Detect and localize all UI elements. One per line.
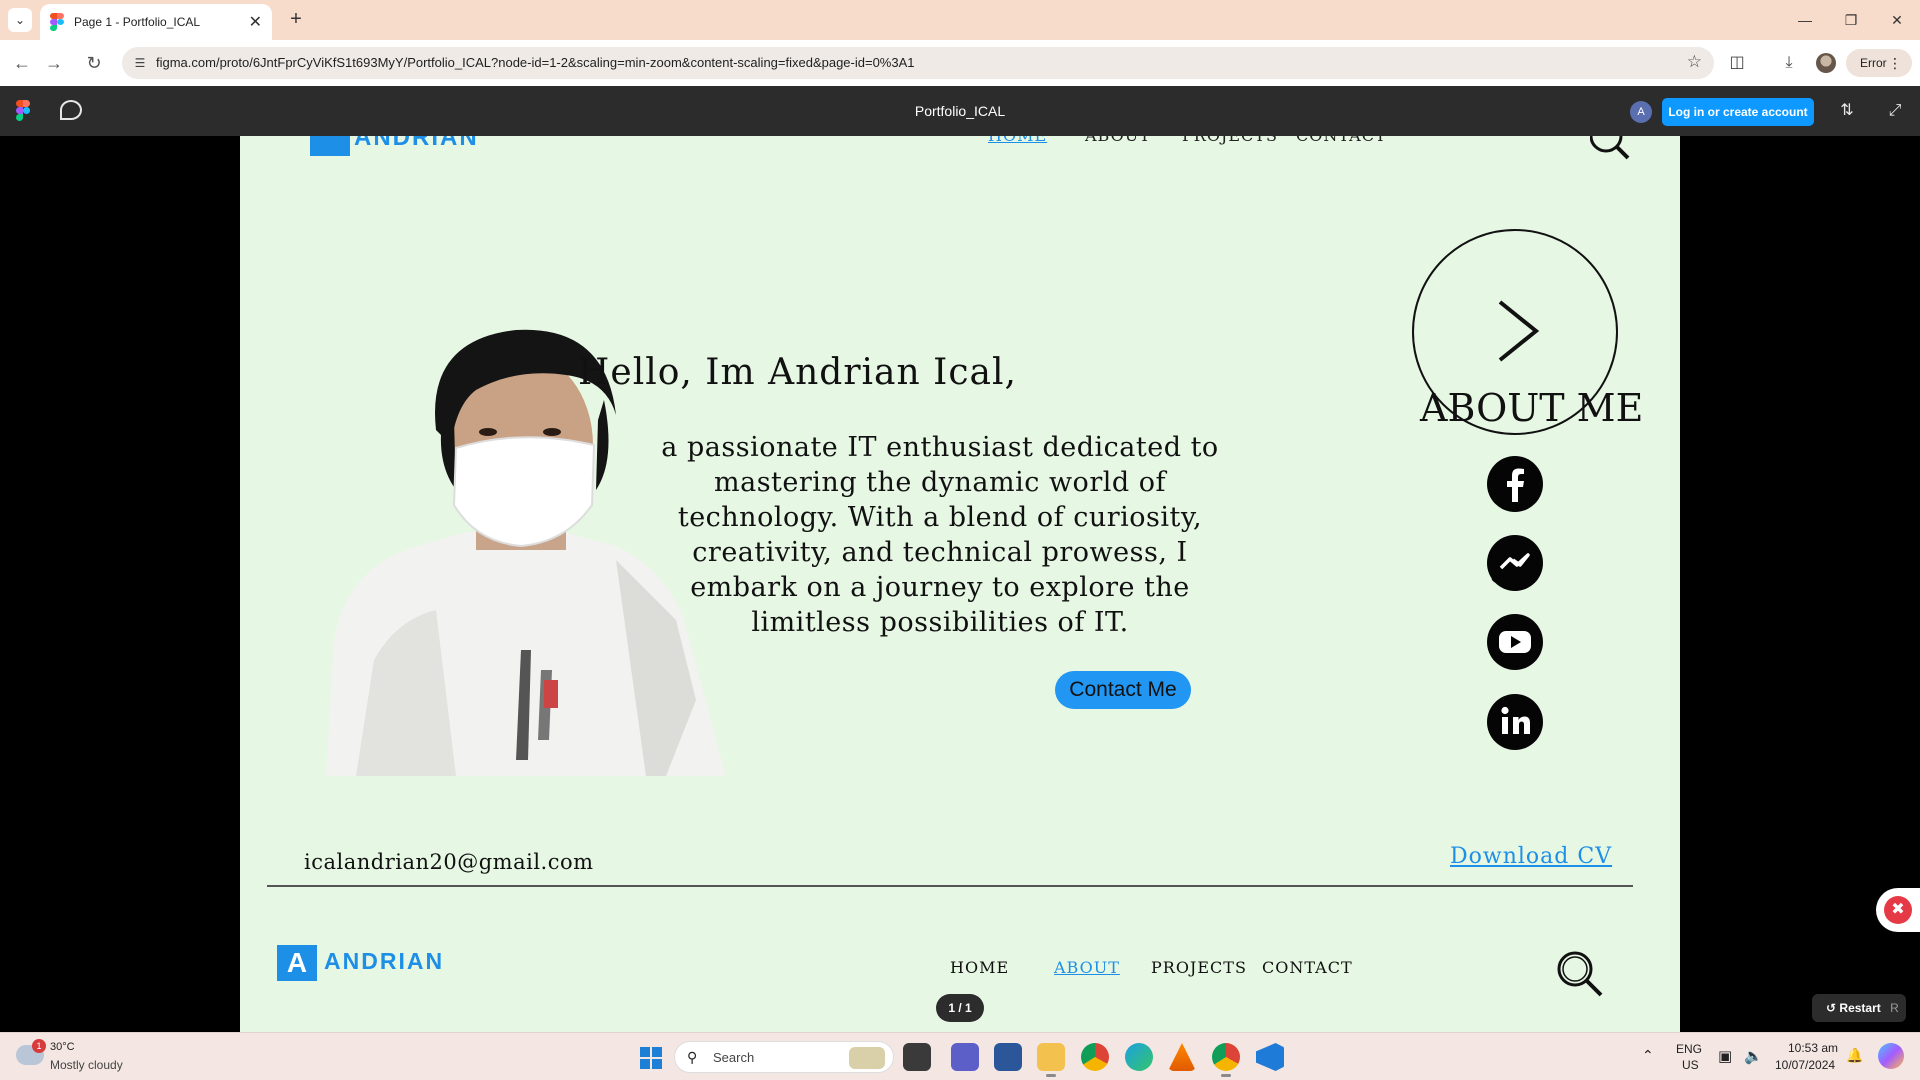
figma-toolbar: Portfolio_ICAL A Log in or create accoun…	[0, 86, 1920, 136]
contact-me-button[interactable]: Contact Me	[1055, 671, 1191, 709]
user-avatar[interactable]: A	[1630, 101, 1652, 123]
extension-x-icon: ✖	[1884, 896, 1912, 924]
top-search-icon[interactable]	[1590, 136, 1630, 160]
about-me-label[interactable]: ABOUT ME	[1420, 386, 1643, 430]
email-address[interactable]: icalandrian20@gmail.com	[304, 850, 594, 874]
linkedin-icon[interactable]	[1487, 694, 1543, 750]
browser-tab[interactable]: Page 1 - Portfolio_ICAL ✕	[40, 4, 272, 40]
file-explorer-icon[interactable]	[1037, 1043, 1065, 1077]
top-nav-about[interactable]: ABOUT	[1085, 136, 1151, 145]
taskbar-search-label: Search	[713, 1050, 755, 1065]
restart-label: Restart	[1839, 1001, 1881, 1015]
chrome-icon[interactable]	[1081, 1043, 1109, 1071]
figma-favicon-icon	[50, 13, 64, 31]
more-menu-icon[interactable]: ⋮	[1888, 49, 1902, 77]
facebook-icon[interactable]	[1487, 456, 1543, 512]
settings-sliders-icon[interactable]: ⇅	[1836, 100, 1858, 122]
bio-paragraph: a passionate IT enthusiast dedicated to …	[661, 432, 1219, 638]
tab-search-button[interactable]: ⌄	[8, 8, 32, 32]
top-nav-contact[interactable]: CONTACT	[1296, 136, 1387, 145]
footer-nav-home[interactable]: HOME	[950, 958, 1009, 977]
site-info-icon[interactable]: ☰	[130, 53, 150, 73]
tray-chevron-icon[interactable]: ⌃	[1642, 1047, 1654, 1064]
prototype-canvas: ANDRIAN HOME ABOUT PROJECTS CONTACT Hell…	[0, 136, 1920, 1032]
restart-icon: ↺	[1826, 1001, 1837, 1015]
chrome-profile-icon[interactable]	[1212, 1043, 1240, 1077]
tab-title: Page 1 - Portfolio_ICAL	[74, 15, 201, 29]
top-logo-word[interactable]: ANDRIAN	[354, 136, 479, 152]
fullscreen-icon[interactable]: ⤢	[1884, 100, 1906, 122]
store-icon[interactable]	[994, 1043, 1022, 1071]
top-logo-mark[interactable]	[310, 136, 350, 156]
download-cv-link[interactable]: Download CV	[1450, 844, 1612, 869]
profile-avatar[interactable]	[1816, 53, 1836, 73]
task-view-icon[interactable]	[903, 1043, 931, 1071]
restart-button[interactable]: ↺ Restart R	[1812, 994, 1906, 1022]
address-bar[interactable]: ☰ figma.com/proto/6JntFprCyViKfS1t693MyY…	[122, 47, 1714, 79]
page-indicator: 1 / 1	[936, 994, 984, 1022]
greeting-heading: Hello, Im Andrian Ical,	[578, 352, 1017, 393]
network-icon[interactable]: ▣	[1718, 1047, 1732, 1065]
windows-taskbar: 1 30°C Mostly cloudy ⚲ Search ⌃ ENG US ▣…	[0, 1032, 1920, 1080]
profile-error-button[interactable]: Error ⋮	[1846, 49, 1912, 77]
section-divider	[267, 885, 1633, 887]
bookmark-star-icon[interactable]: ☆	[1687, 52, 1702, 72]
vlc-icon[interactable]	[1168, 1043, 1196, 1071]
windows-start-icon[interactable]	[640, 1047, 662, 1069]
back-button[interactable]: ←	[10, 51, 34, 75]
footer-nav-contact[interactable]: CONTACT	[1262, 958, 1353, 977]
login-button[interactable]: Log in or create account	[1662, 98, 1814, 126]
region-indicator[interactable]: US	[1682, 1058, 1699, 1072]
clock-time[interactable]: 10:53 am	[1788, 1041, 1838, 1055]
top-nav-projects[interactable]: PROJECTS	[1182, 136, 1278, 145]
teams-icon[interactable]	[951, 1043, 979, 1071]
clock-date[interactable]: 10/07/2024	[1775, 1058, 1835, 1072]
extensions-icon[interactable]: ◫	[1726, 52, 1748, 74]
tab-close-icon[interactable]: ✕	[249, 12, 262, 32]
forward-button[interactable]: →	[42, 51, 66, 75]
portfolio-frame: ANDRIAN HOME ABOUT PROJECTS CONTACT Hell…	[240, 136, 1680, 1032]
restart-shortcut: R	[1890, 1001, 1899, 1015]
url-text[interactable]: figma.com/proto/6JntFprCyViKfS1t693MyY/P…	[156, 47, 915, 79]
search-highlight-icon	[849, 1047, 885, 1069]
notification-bell-icon[interactable]: 🔔	[1846, 1047, 1863, 1064]
new-tab-button[interactable]: +	[284, 8, 308, 32]
browser-toolbar: ← → ↻ ☰ figma.com/proto/6JntFprCyViKfS1t…	[0, 40, 1920, 86]
edge-icon[interactable]	[1125, 1043, 1153, 1071]
footer-logo-mark[interactable]: A	[277, 945, 317, 981]
youtube-icon[interactable]	[1487, 614, 1543, 670]
search-icon: ⚲	[687, 1049, 698, 1065]
weather-temperature[interactable]: 30°C	[50, 1041, 75, 1053]
weather-badge: 1	[32, 1039, 46, 1053]
profile-error-label: Error	[1860, 56, 1887, 70]
minimize-button[interactable]: —	[1782, 6, 1828, 34]
floating-extension-button[interactable]: ✖	[1876, 888, 1920, 932]
taskbar-search-box[interactable]: ⚲ Search	[674, 1041, 894, 1073]
volume-icon[interactable]: 🔈	[1744, 1047, 1763, 1065]
footer-logo-word[interactable]: ANDRIAN	[324, 948, 444, 975]
language-indicator[interactable]: ENG	[1676, 1042, 1702, 1056]
reload-button[interactable]: ↻	[82, 51, 106, 75]
chevron-right-icon[interactable]	[1488, 296, 1548, 366]
footer-search-icon[interactable]	[1556, 950, 1604, 998]
vscode-icon[interactable]	[1256, 1043, 1284, 1071]
restore-button[interactable]: ❐	[1828, 6, 1874, 34]
top-nav-home[interactable]: HOME	[988, 136, 1047, 145]
messenger-icon[interactable]	[1487, 535, 1543, 591]
footer-nav-about[interactable]: ABOUT	[1054, 958, 1120, 977]
downloads-icon[interactable]: ⤓	[1778, 52, 1800, 74]
browser-tab-bar: ⌄ Page 1 - Portfolio_ICAL ✕ + — ❐ ✕	[0, 0, 1920, 40]
window-close-button[interactable]: ✕	[1874, 6, 1920, 34]
footer-nav-projects[interactable]: PROJECTS	[1151, 958, 1247, 977]
weather-description[interactable]: Mostly cloudy	[50, 1058, 123, 1072]
copilot-icon[interactable]	[1878, 1043, 1904, 1069]
